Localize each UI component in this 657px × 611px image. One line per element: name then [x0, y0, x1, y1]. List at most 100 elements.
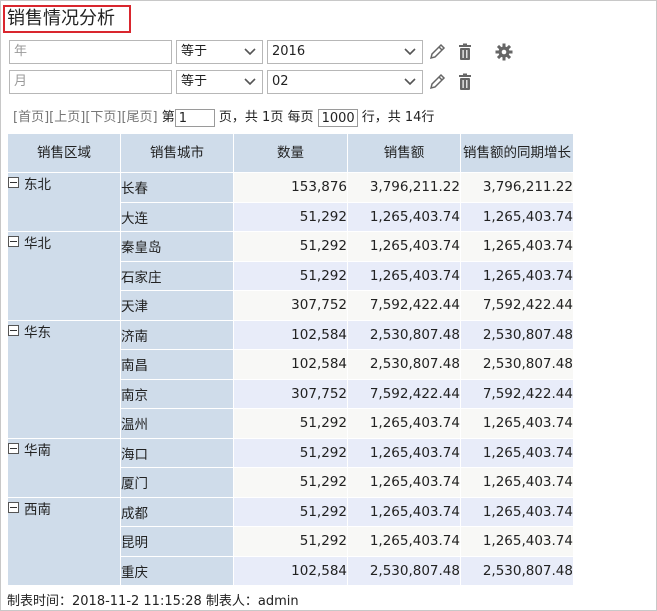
table-row: 华南 海口 51,292 1,265,403.74 1,265,403.74 [7, 437, 574, 498]
last-page-link[interactable]: [尾页] [121, 110, 157, 125]
growth-cell: 1,265,403.74 [460, 526, 574, 557]
value-text: 2016 [272, 44, 306, 59]
column-header[interactable]: 销售额 [347, 133, 461, 173]
column-header[interactable]: 销售城市 [120, 133, 234, 173]
city-cell: 天津 [120, 290, 234, 321]
region-label: 东北 [24, 177, 51, 193]
quantity-cell: 307,752 [233, 290, 348, 321]
sales-cell: 1,265,403.74 [347, 260, 461, 291]
growth-cell: 7,592,422.44 [460, 290, 574, 321]
collapse-icon[interactable] [8, 324, 19, 336]
trash-icon[interactable] [455, 72, 475, 92]
city-cell: 昆明 [120, 526, 234, 557]
field-input-year[interactable]: 年 [9, 40, 172, 64]
city-cell: 海口 [120, 437, 234, 468]
gear-icon[interactable] [494, 42, 514, 62]
quantity-cell: 102,584 [233, 555, 348, 586]
quantity-cell: 51,292 [233, 467, 348, 498]
sales-cell: 2,530,807.48 [347, 349, 461, 380]
growth-cell: 1,265,403.74 [460, 260, 574, 291]
growth-cell: 7,592,422.44 [460, 378, 574, 409]
next-page-link[interactable]: [下页] [85, 110, 121, 125]
quantity-cell: 51,292 [233, 526, 348, 557]
collapse-icon[interactable] [8, 442, 19, 454]
city-cell: 大连 [120, 201, 234, 232]
region-label: 华北 [24, 236, 51, 252]
city-cell: 重庆 [120, 555, 234, 586]
quantity-cell: 51,292 [233, 496, 348, 527]
region-cell: 西南 [7, 496, 121, 586]
chevron-down-icon [404, 48, 416, 56]
pencil-icon[interactable] [427, 72, 447, 92]
rows-per-page-input[interactable]: 1000 [317, 108, 358, 127]
pencil-icon[interactable] [427, 42, 447, 62]
collapse-icon[interactable] [8, 236, 19, 247]
sales-cell: 2,530,807.48 [347, 319, 461, 350]
growth-cell: 1,265,403.74 [460, 408, 574, 439]
quantity-cell: 102,584 [233, 319, 348, 350]
table-row: 西南 成都 51,292 1,265,403.74 1,265,403.74 [7, 496, 574, 586]
city-cell: 秦皇岛 [120, 231, 234, 262]
growth-cell: 1,265,403.74 [460, 496, 574, 527]
first-page-link[interactable]: [首页] [13, 110, 49, 125]
region-cell: 华东 [7, 319, 121, 439]
city-cell: 成都 [120, 496, 234, 527]
column-header[interactable]: 销售额的同期增长 [460, 133, 574, 173]
sales-cell: 1,265,403.74 [347, 526, 461, 557]
city-cell: 济南 [120, 319, 234, 350]
growth-cell: 1,265,403.74 [460, 201, 574, 232]
operator-value: 等于 [181, 74, 208, 89]
operator-value: 等于 [181, 44, 208, 59]
region-label: 华东 [24, 324, 51, 341]
sales-cell: 1,265,403.74 [347, 231, 461, 262]
field-input-month[interactable]: 月 [9, 70, 172, 94]
page-prefix: 第 [161, 110, 175, 125]
city-cell: 长春 [120, 172, 234, 203]
table-row: 华东 济南 102,584 2,530,807.48 2,530,807.48 [7, 319, 574, 439]
quantity-cell: 51,292 [233, 437, 348, 468]
sales-cell: 2,530,807.48 [347, 555, 461, 586]
page-suffix: 页，共 1页 每页 [218, 110, 314, 125]
chevron-down-icon [244, 78, 256, 86]
quantity-cell: 51,292 [233, 201, 348, 232]
column-header[interactable]: 数量 [233, 133, 348, 173]
table-row: 华北 秦皇岛 51,292 1,265,403.74 1,265,403.74 [7, 231, 574, 321]
growth-cell: 2,530,807.48 [460, 319, 574, 350]
value-select-year[interactable]: 2016 [267, 40, 423, 64]
collapse-icon[interactable] [8, 501, 19, 513]
table-body: 东北 长春 153,876 3,796,211.22 3,796,211.22 大连 51,… [7, 172, 574, 586]
city-cell: 石家庄 [120, 260, 234, 291]
growth-cell: 2,530,807.48 [460, 555, 574, 586]
region-label: 西南 [24, 501, 51, 518]
sales-cell: 1,265,403.74 [347, 408, 461, 439]
growth-cell: 1,265,403.74 [460, 467, 574, 498]
growth-cell: 1,265,403.74 [460, 231, 574, 262]
sales-cell: 1,265,403.74 [347, 201, 461, 232]
value-text: 02 [272, 74, 289, 89]
rows-suffix: 行，共 14行 [361, 110, 435, 125]
growth-cell: 3,796,211.22 [460, 172, 574, 203]
growth-cell: 2,530,807.48 [460, 349, 574, 380]
trash-icon[interactable] [455, 42, 475, 62]
column-header[interactable]: 销售区域 [7, 133, 121, 173]
sales-cell: 1,265,403.74 [347, 467, 461, 498]
city-cell: 南京 [120, 378, 234, 409]
collapse-icon[interactable] [8, 177, 19, 188]
quantity-cell: 51,292 [233, 260, 348, 291]
quantity-cell: 51,292 [233, 231, 348, 262]
page-number-input[interactable]: 1 [174, 108, 215, 127]
city-cell: 南昌 [120, 349, 234, 380]
operator-select-year[interactable]: 等于 [176, 40, 263, 64]
prev-page-link[interactable]: [上页] [49, 110, 85, 125]
sales-cell: 3,796,211.22 [347, 172, 461, 203]
city-cell: 厦门 [120, 467, 234, 498]
quantity-cell: 51,292 [233, 408, 348, 439]
region-cell: 华南 [7, 437, 121, 498]
operator-select-month[interactable]: 等于 [176, 70, 263, 94]
growth-cell: 1,265,403.74 [460, 437, 574, 468]
value-select-month[interactable]: 02 [267, 70, 423, 94]
sales-cell: 1,265,403.74 [347, 437, 461, 468]
quantity-cell: 102,584 [233, 349, 348, 380]
table-row: 东北 长春 153,876 3,796,211.22 3,796,211.22 [7, 172, 574, 232]
quantity-cell: 153,876 [233, 172, 348, 203]
